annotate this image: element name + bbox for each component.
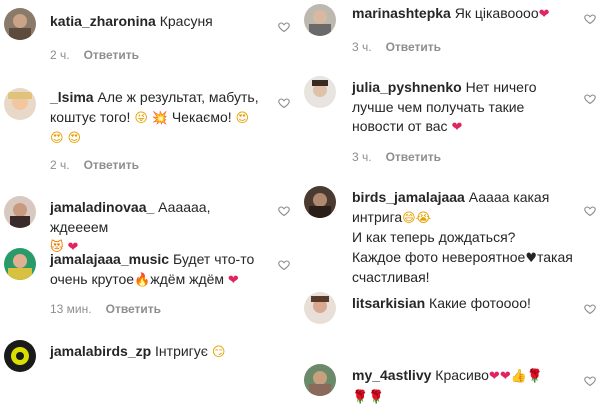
username-link[interactable]: marinashtepka <box>352 5 451 21</box>
avatar[interactable] <box>304 186 336 218</box>
comment-body: jamalabirds_zp Інтригує 😏 <box>50 342 270 363</box>
boom-emoji: 💥 <box>151 110 168 126</box>
avatar[interactable] <box>4 340 36 372</box>
comment-item: julia_pyshnenko Нет ничего лучше чем пол… <box>302 72 604 172</box>
red-heart-emoji: ❤ <box>227 272 239 288</box>
avatar[interactable] <box>4 196 36 228</box>
smirk-emoji: 😏 <box>211 345 226 360</box>
rose-emoji: 🌹 <box>368 389 385 405</box>
timestamp: 13 мин. <box>50 302 92 316</box>
thumbs-up-emoji: 👍 <box>510 369 527 384</box>
comment-text: Какие фотоооо! <box>429 295 531 311</box>
reply-button[interactable]: Ответить <box>84 158 139 172</box>
grinning-emoji: 😄 <box>402 210 416 226</box>
heart-icon[interactable] <box>584 375 598 389</box>
reply-button[interactable]: Ответить <box>386 150 441 164</box>
comment-item: jamaladinovaa_ Аааааа, ждеееем 😻 ❤ <box>0 192 300 255</box>
username-link[interactable]: jamalabirds_zp <box>50 343 151 359</box>
username-link[interactable]: julia_pyshnenko <box>352 79 462 95</box>
reply-button[interactable]: Ответить <box>84 48 139 62</box>
comment-body: julia_pyshnenko Нет ничего лучше чем пол… <box>352 78 577 138</box>
heart-icon[interactable] <box>584 303 598 317</box>
heart-eyes-emoji: 😍 <box>67 131 82 146</box>
avatar[interactable] <box>304 364 336 396</box>
comment-body: my_4astlivy Красиво❤❤👍🌹 🌹🌹 <box>352 366 582 407</box>
avatar[interactable] <box>4 248 36 280</box>
heart-icon[interactable] <box>278 21 292 35</box>
heart-eyes-emoji: 😍 <box>50 131 64 146</box>
username-link[interactable]: jamalajaaa_music <box>50 251 169 267</box>
red-heart-emoji: ❤ <box>499 369 511 384</box>
red-heart-emoji: ❤ <box>451 120 463 135</box>
comment-meta: 3 ч. Ответить <box>352 150 441 164</box>
comment-body: _lsima Але ж результат, мабуть, коштує т… <box>50 88 260 149</box>
avatar[interactable] <box>304 76 336 108</box>
heart-icon[interactable] <box>278 259 292 273</box>
comment-meta: 13 мин. Ответить <box>50 302 161 316</box>
heart-icon[interactable] <box>278 205 292 219</box>
timestamp: 3 ч. <box>352 150 372 164</box>
comment-item: marinashtepka Як цікавоооо❤ 3 ч. Ответить <box>302 0 604 60</box>
comment-body: jamalajaaa_music Будет что-то очень крут… <box>50 250 270 290</box>
heart-icon[interactable] <box>584 93 598 107</box>
avatar[interactable] <box>4 88 36 120</box>
crying-emoji: 😭 <box>415 210 431 226</box>
avatar[interactable] <box>304 4 336 36</box>
fire-emoji: 🔥 <box>134 272 151 288</box>
avatar[interactable] <box>304 292 336 324</box>
comment-text-2: ждём ждём <box>150 270 225 287</box>
heart-icon[interactable] <box>584 13 598 27</box>
black-heart-emoji: ♥ <box>525 250 537 266</box>
comment-text: Красуня <box>159 13 213 29</box>
rose-emoji: 🌹 <box>352 389 369 405</box>
comment-body: marinashtepka Як цікавоооо❤ <box>352 4 582 25</box>
comment-meta: 2 ч. Ответить <box>50 48 139 62</box>
comment-item: katia_zharonina Красуня 2 ч. Ответить <box>0 0 300 72</box>
comment-body: birds_jamalajaaa Ааааа какая интрига😄😭 И… <box>352 188 582 288</box>
timestamp: 2 ч. <box>50 158 70 172</box>
grin-emoji: 😜 <box>134 110 148 126</box>
comment-text: Як цікавоооо <box>454 5 539 21</box>
comment-item: _lsima Але ж результат, мабуть, коштує т… <box>0 80 300 180</box>
comment-meta: 3 ч. Ответить <box>352 40 441 54</box>
comment-text: Інтригує <box>155 343 208 359</box>
comment-text: Красиво <box>435 367 489 383</box>
comment-meta: 2 ч. Ответить <box>50 158 139 172</box>
username-link[interactable]: litsarkisian <box>352 295 425 311</box>
username-link[interactable]: _lsima <box>50 89 94 105</box>
red-heart-emoji: ❤ <box>538 7 550 22</box>
comment-item: jamalabirds_zp Інтригує 😏 <box>0 336 300 376</box>
comment-item: my_4astlivy Красиво❤❤👍🌹 🌹🌹 <box>302 362 604 412</box>
heart-icon[interactable] <box>584 205 598 219</box>
username-link[interactable]: birds_jamalajaaa <box>352 189 465 205</box>
comment-text-2: Чекаємо! <box>171 108 232 125</box>
red-heart-emoji: ❤ <box>488 369 500 384</box>
timestamp: 2 ч. <box>50 48 70 62</box>
username-link[interactable]: my_4astlivy <box>352 367 431 383</box>
heart-eyes-emoji: 😍 <box>235 110 250 126</box>
comment-item: jamalajaaa_music Будет что-то очень крут… <box>0 246 300 322</box>
heart-icon[interactable] <box>278 97 292 111</box>
avatar[interactable] <box>4 8 36 40</box>
comment-item: litsarkisian Какие фотоооо! <box>302 290 604 334</box>
reply-button[interactable]: Ответить <box>386 40 441 54</box>
username-link[interactable]: jamaladinovaa_ <box>50 199 154 215</box>
comment-body: litsarkisian Какие фотоооо! <box>352 294 582 314</box>
comment-text-3: Каждое фото невероятное <box>352 248 526 265</box>
comment-body: katia_zharonina Красуня <box>50 12 250 32</box>
timestamp: 3 ч. <box>352 40 372 54</box>
comment-item: birds_jamalajaaa Ааааа какая интрига😄😭 И… <box>302 184 604 285</box>
username-link[interactable]: katia_zharonina <box>50 13 156 29</box>
rose-emoji: 🌹 <box>526 369 544 384</box>
comment-text-2: И как теперь дождаться? <box>352 229 516 245</box>
reply-button[interactable]: Ответить <box>106 302 161 316</box>
